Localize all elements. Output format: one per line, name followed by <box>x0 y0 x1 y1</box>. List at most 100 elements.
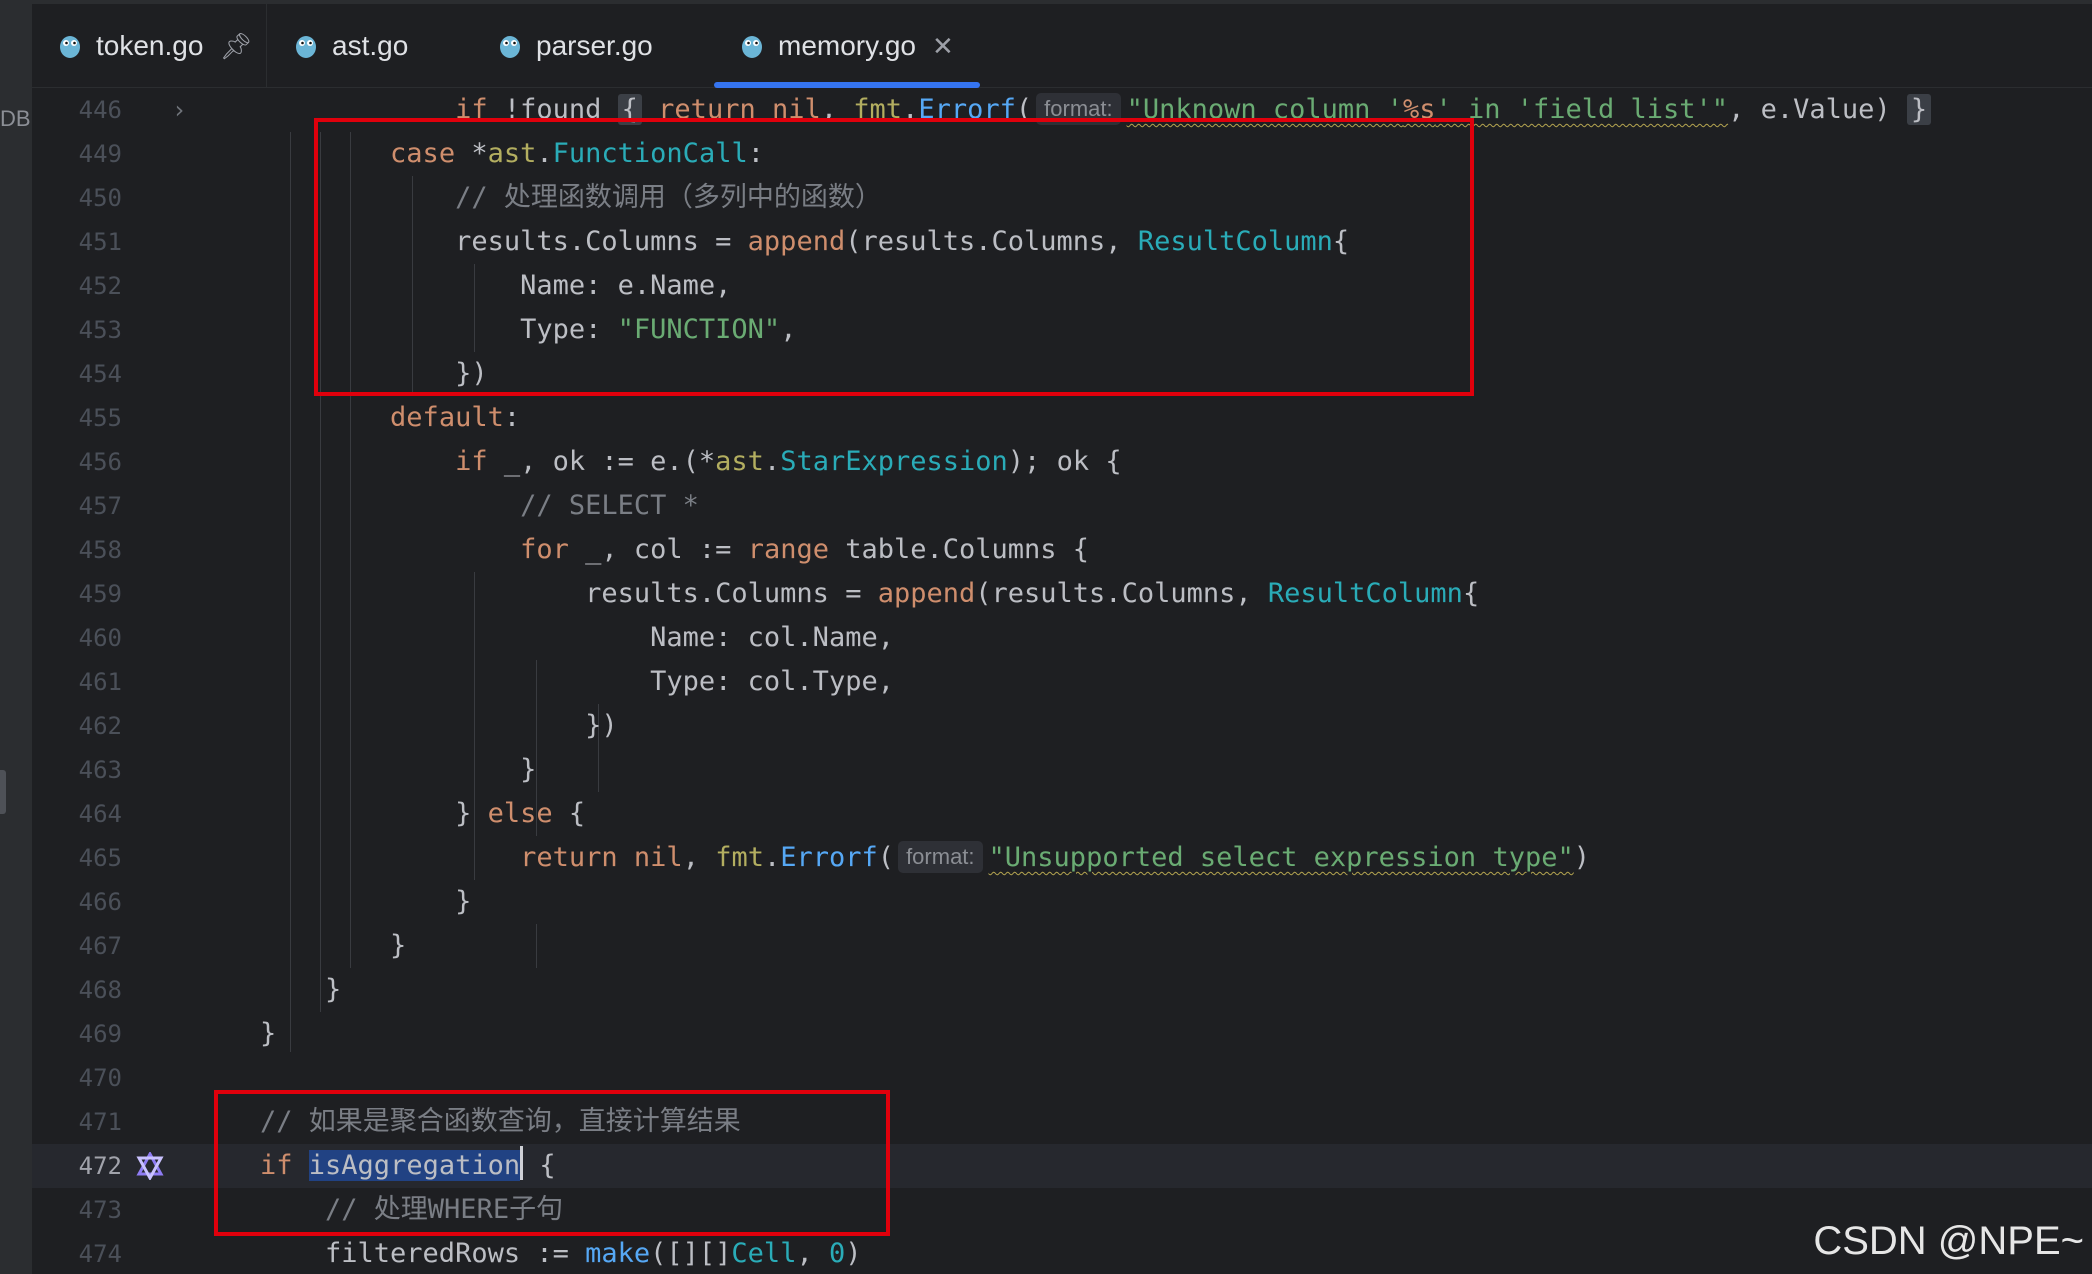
code-token: "Unsupported select expression type" <box>988 842 1574 873</box>
ai-assistant-icon[interactable] <box>136 1152 164 1180</box>
tab-memory-go[interactable]: memory.go ✕ <box>714 4 980 88</box>
code-text[interactable]: } <box>260 924 406 968</box>
code-token: make <box>585 1238 651 1269</box>
code-token: _, col := <box>568 534 748 565</box>
code-token: else <box>487 798 553 829</box>
fold-chevron-icon[interactable]: › <box>172 88 186 132</box>
line-number[interactable]: 458 <box>32 528 122 572</box>
code-text[interactable]: Name: col.Name, <box>260 616 894 660</box>
tab-ast-go[interactable]: ast.go <box>294 4 408 88</box>
code-token: Type: col.Type, <box>260 666 894 697</box>
code-text[interactable]: results.Columns = append(results.Columns… <box>260 572 1479 616</box>
line-number[interactable]: 472 <box>32 1144 122 1188</box>
tab-parser-go[interactable]: parser.go <box>498 4 653 88</box>
tab-token-go[interactable]: token.go 📌︎ <box>58 4 252 88</box>
line-number[interactable]: 464 <box>32 792 122 836</box>
gopher-icon <box>296 36 316 58</box>
code-line[interactable]: 474 filteredRows := make([][]Cell, 0) <box>32 1232 2092 1274</box>
line-number[interactable]: 468 <box>32 968 122 1012</box>
code-token: 0 <box>828 1238 846 1269</box>
line-number[interactable]: 454 <box>32 352 122 396</box>
code-token: for <box>520 534 569 565</box>
code-text[interactable]: }) <box>260 704 618 748</box>
code-line[interactable]: 459 results.Columns = append(results.Col… <box>32 572 2092 616</box>
code-text[interactable]: for _, col := range table.Columns { <box>260 528 1089 572</box>
gopher-icon <box>60 36 80 58</box>
code-token: append <box>877 578 976 609</box>
tab-label: token.go <box>96 30 204 61</box>
code-token: { <box>1462 578 1480 609</box>
code-text[interactable]: } else { <box>260 792 585 836</box>
code-line[interactable]: 466 } <box>32 880 2092 924</box>
code-token: fmt <box>715 842 764 873</box>
line-number[interactable]: 455 <box>32 396 122 440</box>
line-number[interactable]: 461 <box>32 660 122 704</box>
line-number[interactable]: 465 <box>32 836 122 880</box>
pin-icon[interactable]: 📌︎ <box>219 31 252 62</box>
tab-label: memory.go <box>778 30 916 61</box>
code-text[interactable]: Type: col.Type, <box>260 660 894 704</box>
line-number[interactable]: 471 <box>32 1100 122 1144</box>
code-token: nil <box>633 842 683 873</box>
code-line[interactable]: 456 if _, ok := e.(*ast.StarExpression);… <box>32 440 2092 484</box>
line-number[interactable]: 449 <box>32 132 122 176</box>
code-line[interactable]: 461 Type: col.Type, <box>32 660 2092 704</box>
code-token: (results.Columns, <box>975 578 1268 609</box>
code-token: } <box>260 1018 277 1049</box>
line-number[interactable]: 470 <box>32 1056 122 1100</box>
code-text[interactable]: } <box>260 748 536 792</box>
code-text[interactable]: // SELECT * <box>260 484 699 528</box>
code-token: filteredRows := <box>260 1238 586 1269</box>
code-line[interactable]: 460 Name: col.Name, <box>32 616 2092 660</box>
code-token: Cell <box>731 1238 797 1269</box>
line-number[interactable]: 459 <box>32 572 122 616</box>
code-text[interactable]: default: <box>260 396 520 440</box>
code-line[interactable]: 467 } <box>32 924 2092 968</box>
line-number[interactable]: 473 <box>32 1188 122 1232</box>
line-number[interactable]: 452 <box>32 264 122 308</box>
code-token: default <box>390 402 504 433</box>
code-token: Name: col.Name, <box>260 622 894 653</box>
code-text[interactable]: } <box>260 968 341 1012</box>
code-line[interactable]: 468 } <box>32 968 2092 1012</box>
code-token: StarExpression <box>780 446 1008 477</box>
code-token: ' in 'field list'" <box>1435 94 1729 125</box>
code-text[interactable]: filteredRows := make([][]Cell, 0) <box>260 1232 861 1274</box>
code-text[interactable]: } <box>260 880 471 924</box>
tool-strip-handle[interactable] <box>0 770 6 814</box>
line-number[interactable]: 451 <box>32 220 122 264</box>
code-line[interactable]: 455 default: <box>32 396 2092 440</box>
code-line[interactable]: 462 }) <box>32 704 2092 748</box>
line-number[interactable]: 450 <box>32 176 122 220</box>
line-number[interactable]: 457 <box>32 484 122 528</box>
line-number[interactable]: 466 <box>32 880 122 924</box>
line-number[interactable]: 474 <box>32 1232 122 1274</box>
code-token: if <box>455 446 488 477</box>
code-token: } <box>260 886 472 917</box>
line-number[interactable]: 462 <box>32 704 122 748</box>
code-line[interactable]: 469} <box>32 1012 2092 1056</box>
code-text[interactable]: } <box>260 1012 276 1056</box>
code-line[interactable]: 465 return nil, fmt.Errorf(format: "Unsup… <box>32 836 2092 880</box>
gopher-icon <box>742 36 762 58</box>
code-line[interactable]: 463 } <box>32 748 2092 792</box>
line-number[interactable]: 469 <box>32 1012 122 1056</box>
code-text[interactable]: return nil, fmt.Errorf(format: "Unsupport… <box>260 836 1590 880</box>
code-token: ( <box>877 842 895 873</box>
code-line[interactable]: 464 } else { <box>32 792 2092 836</box>
line-number[interactable]: 456 <box>32 440 122 484</box>
line-number[interactable]: 467 <box>32 924 122 968</box>
code-line[interactable]: 458 for _, col := range table.Columns { <box>32 528 2092 572</box>
line-number[interactable]: 446 <box>32 88 122 132</box>
line-number[interactable]: 453 <box>32 308 122 352</box>
line-number[interactable]: 460 <box>32 616 122 660</box>
tab-separator <box>266 4 267 88</box>
close-tab-icon[interactable]: ✕ <box>932 31 954 62</box>
code-text[interactable]: if _, ok := e.(*ast.StarExpression); ok … <box>260 440 1122 484</box>
line-number[interactable]: 463 <box>32 748 122 792</box>
code-line[interactable]: 457 // SELECT * <box>32 484 2092 528</box>
